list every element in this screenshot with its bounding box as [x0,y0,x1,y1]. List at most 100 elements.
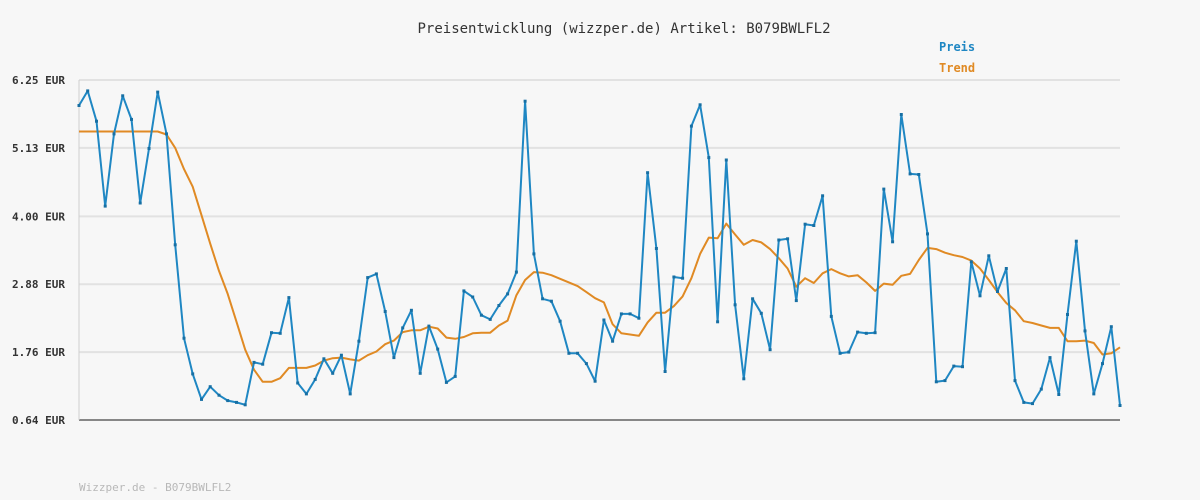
data-point-preis [252,360,256,364]
legend-entry-trend: Trend [939,61,975,75]
data-point-preis [1066,313,1069,316]
data-point-preis [733,303,737,307]
data-point-preis [549,299,553,303]
data-point-preis [313,377,317,381]
y-tick-label: 2.88 EUR [12,278,65,291]
data-point-preis [130,117,133,121]
data-point-preis [1092,392,1096,396]
data-point-preis [217,393,221,397]
data-point-preis [1101,362,1104,366]
data-point-preis [593,379,597,383]
data-point-preis [628,312,632,316]
data-point-preis [1013,379,1017,383]
data-point-preis [1022,400,1026,404]
data-point-preis [200,397,203,401]
data-point-preis [366,276,370,280]
data-point-preis [541,297,545,301]
data-point-preis [759,311,763,315]
data-point-preis [917,173,921,176]
data-point-preis [724,158,728,162]
data-point-preis [95,119,98,123]
y-tick-label: 1.76 EUR [12,346,65,359]
data-point-preis [899,113,903,116]
data-point-preis [882,187,886,191]
chart-title: Preisentwicklung (wizzper.de) Artikel: B… [417,21,830,37]
data-point-preis [969,260,973,264]
data-point-preis [173,243,177,247]
data-point-preis [462,289,466,293]
chart-background [0,0,1200,500]
data-point-preis [794,299,798,303]
data-point-preis [838,351,842,355]
data-point-preis [121,94,125,98]
data-point-preis [479,313,483,317]
data-point-preis [1083,329,1087,333]
data-point-preis [392,356,396,360]
data-point-preis [103,204,107,208]
data-point-preis [532,252,536,256]
data-point-preis [357,339,361,343]
data-point-preis [803,222,807,226]
data-point-preis [707,156,711,160]
data-point-preis [235,400,238,404]
data-point-preis [1004,267,1008,270]
data-point-preis [672,275,676,279]
data-point-preis [401,326,405,330]
data-point-preis [304,392,308,396]
data-point-preis [77,104,81,107]
data-point-preis [444,380,448,384]
data-point-preis [908,172,912,176]
data-point-preis [961,365,964,369]
legend-entry-preis: Preis [939,40,975,54]
data-point-preis [619,312,623,316]
data-point-preis [1057,393,1061,396]
data-point-preis [768,348,772,352]
data-point-preis [383,310,387,313]
data-point-preis [777,238,781,242]
data-point-preis [829,314,833,318]
data-point-preis [567,351,571,355]
data-point-preis [226,399,230,403]
data-point-preis [602,318,606,322]
y-tick-label: 6.25 EUR [12,74,65,87]
data-point-preis [409,308,413,312]
data-point-preis [654,247,658,250]
data-point-preis [112,132,116,136]
data-point-preis [987,254,991,258]
data-point-preis [147,147,151,150]
data-point-preis [611,339,615,343]
data-point-preis [287,296,291,300]
data-point-preis [427,324,431,328]
y-tick-label: 4.00 EUR [12,210,65,223]
data-point-preis [418,371,422,375]
data-point-preis [742,377,746,381]
data-point-preis [1031,402,1034,406]
data-point-preis [891,240,895,244]
data-point-preis [812,224,816,227]
data-point-preis [523,99,527,103]
data-point-preis [261,362,265,366]
data-point-preis [637,316,641,320]
data-point-preis [821,194,825,198]
data-point-preis [208,385,212,389]
data-point-preis [558,319,562,323]
data-point-preis [943,379,947,383]
data-point-preis [488,317,492,321]
data-point-preis [1048,356,1052,360]
data-point-preis [856,330,860,334]
data-point-preis [646,171,650,175]
data-point-preis [348,392,352,396]
data-point-preis [689,124,693,128]
data-point-preis [576,351,580,355]
data-point-preis [331,371,335,375]
data-point-preis [847,350,851,354]
data-point-preis [751,297,755,301]
data-point-preis [156,90,160,94]
y-tick-label: 5.13 EUR [12,142,65,155]
data-point-preis [786,237,790,241]
data-point-preis [873,331,877,335]
data-point-preis [436,347,440,351]
data-point-preis [716,320,720,324]
data-point-preis [497,304,501,307]
data-point-preis [926,232,929,236]
